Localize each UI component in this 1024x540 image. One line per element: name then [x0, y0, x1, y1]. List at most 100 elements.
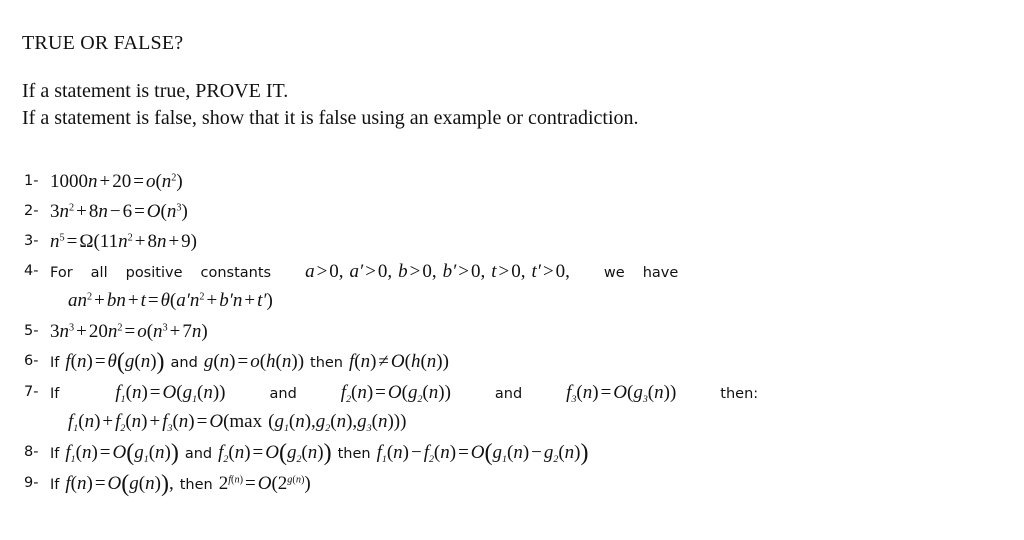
math-zero: 0 [377, 261, 388, 282]
list-item-number: 4- [24, 263, 39, 279]
math-variable: n [84, 411, 95, 432]
math-operator-plus: + [149, 411, 161, 432]
word-and: and [184, 446, 213, 462]
math-paren-close: ) [141, 411, 148, 432]
math-bound-symbol: o [250, 351, 260, 372]
math-paren-close: ) [266, 290, 273, 311]
math-operator-plus: + [102, 411, 114, 432]
statement-line-continued: f1(n) + f2(n) + f3(n) = O(max (g1(n),g2(n),g3(n… [50, 408, 1004, 437]
math-variable: n [295, 411, 305, 432]
math-function-g: g [182, 382, 193, 403]
math-operator-plus: + [99, 171, 111, 192]
math-variable: n [98, 201, 108, 222]
math-zero: 0 [471, 261, 481, 282]
math-variable: n [582, 382, 593, 403]
statement-line: n5 = Ω(11n2 +8n +9) [50, 228, 1004, 256]
math-operator-equals: = [124, 321, 136, 342]
math-variable: n [50, 231, 60, 252]
math-comma: , [387, 261, 393, 282]
math-function-g: g [203, 351, 214, 372]
math-operator-equals: = [134, 201, 145, 222]
math-constant-a-prime: a′ [176, 290, 190, 311]
statement-line: If f(n) = O(g(n)), then 2f(n) = O(2g(n)) [50, 470, 1004, 499]
list-item-body: If f1(n) = O(g1(n)) and f2(n) = O(g2(n)) then f1(… [50, 439, 1004, 468]
math-variable: n [654, 382, 664, 403]
math-variable: n [393, 442, 403, 463]
math-bound-symbol: O [112, 442, 127, 463]
math-variable: n [232, 290, 243, 311]
math-paren-close: ) [297, 351, 305, 372]
math-function-g: g [543, 442, 554, 463]
math-constant-b: b [398, 261, 408, 282]
list-item-body: 3n2 +8n −6 = O(n3) [50, 198, 1004, 226]
word-all: all [90, 265, 108, 281]
math-bound-symbol: O [387, 382, 402, 403]
math-operator-equals: = [252, 442, 264, 463]
math-operator-minus: − [531, 442, 542, 463]
math-bound-symbol: O [162, 382, 177, 403]
document-page: TRUE OR FALSE? If a statement is true, P… [0, 0, 1024, 540]
math-exponent: 2 [127, 232, 133, 244]
word-then: then [337, 446, 371, 462]
math-constant-t-prime: t′ [257, 290, 267, 311]
math-bound-symbol: o [137, 321, 147, 342]
math-paren-close: ) [592, 382, 599, 403]
math-variable: n [77, 473, 87, 494]
math-exponent-function: g(n) [287, 475, 304, 486]
math-operator-equals: = [133, 171, 144, 192]
math-operator-equals: = [66, 231, 78, 252]
math-coefficient: 1000 [50, 171, 88, 192]
math-variable: n [107, 321, 118, 342]
math-variable: n [59, 321, 70, 342]
statement-list: 1- 1000n +20 = o(n2) 2- 3n2 +8n −6 = O(n3) 3- n… [24, 168, 1004, 501]
math-paren-close: ) [442, 351, 449, 372]
math-variable: n [140, 351, 151, 372]
math-bound-symbol: o [145, 171, 156, 192]
math-paren-close: ) [86, 351, 93, 372]
math-operator-plus: + [168, 231, 180, 252]
math-operator-equals: = [99, 442, 111, 463]
math-operator-equals: = [245, 473, 256, 494]
math-variable: n [178, 411, 189, 432]
list-item: 2- 3n2 +8n −6 = O(n3) [24, 198, 1004, 226]
math-operator-plus: + [169, 321, 181, 342]
math-operator-plus: + [127, 290, 139, 311]
math-paren-close: ) [669, 382, 677, 403]
math-variable: n [513, 442, 523, 463]
math-operator-gt: > [542, 261, 554, 282]
math-zero: 0 [329, 261, 339, 282]
math-operator-equals: = [237, 351, 249, 372]
math-paren-close: ) [201, 321, 208, 342]
math-bound-symbol: O [613, 382, 628, 403]
math-comma: , [168, 473, 174, 494]
math-exponent: 5 [59, 232, 65, 244]
math-operator-equals: = [196, 411, 208, 432]
math-paren-close: ) [181, 201, 188, 222]
math-variable: n [77, 290, 88, 311]
math-variable: n [116, 290, 126, 311]
math-bound-symbol: O [390, 351, 405, 372]
math-bound-symbol: O [146, 201, 161, 222]
math-coefficient: 8 [147, 231, 157, 252]
math-variable: n [161, 171, 172, 192]
statement-line: If f1(n) = O(g1(n)) and f2(n) = O(g2(n)) and f3(n… [50, 379, 1004, 408]
word-and: and [269, 386, 297, 402]
math-variable: n [336, 411, 347, 432]
math-function-h: h [266, 351, 276, 372]
math-constant-b: b [106, 290, 117, 311]
math-constant: 20 [112, 171, 132, 192]
math-paren-close-large: ) [170, 440, 179, 466]
math-bound-symbol: O [107, 473, 122, 494]
math-constant-a: a [68, 290, 78, 311]
word-if: If [50, 477, 60, 493]
math-paren-open-large: ( [278, 440, 287, 466]
statement-line: For all positive constants a >0, a′ >0, b >0, b′ >0… [50, 258, 1004, 287]
list-item-number: 9- [24, 475, 39, 491]
math-operator-equals: = [600, 382, 612, 403]
math-function-g: g [274, 411, 284, 432]
list-item-body: If f(n) = θ(g(n)) and g(n) = o(h(n)) then f(n) ≠ O(… [50, 348, 1004, 377]
math-paren-close-large: ) [160, 471, 169, 497]
math-exponent-function: f(n) [228, 475, 243, 486]
word-we: we [603, 265, 625, 281]
math-base-two: 2 [277, 473, 288, 494]
